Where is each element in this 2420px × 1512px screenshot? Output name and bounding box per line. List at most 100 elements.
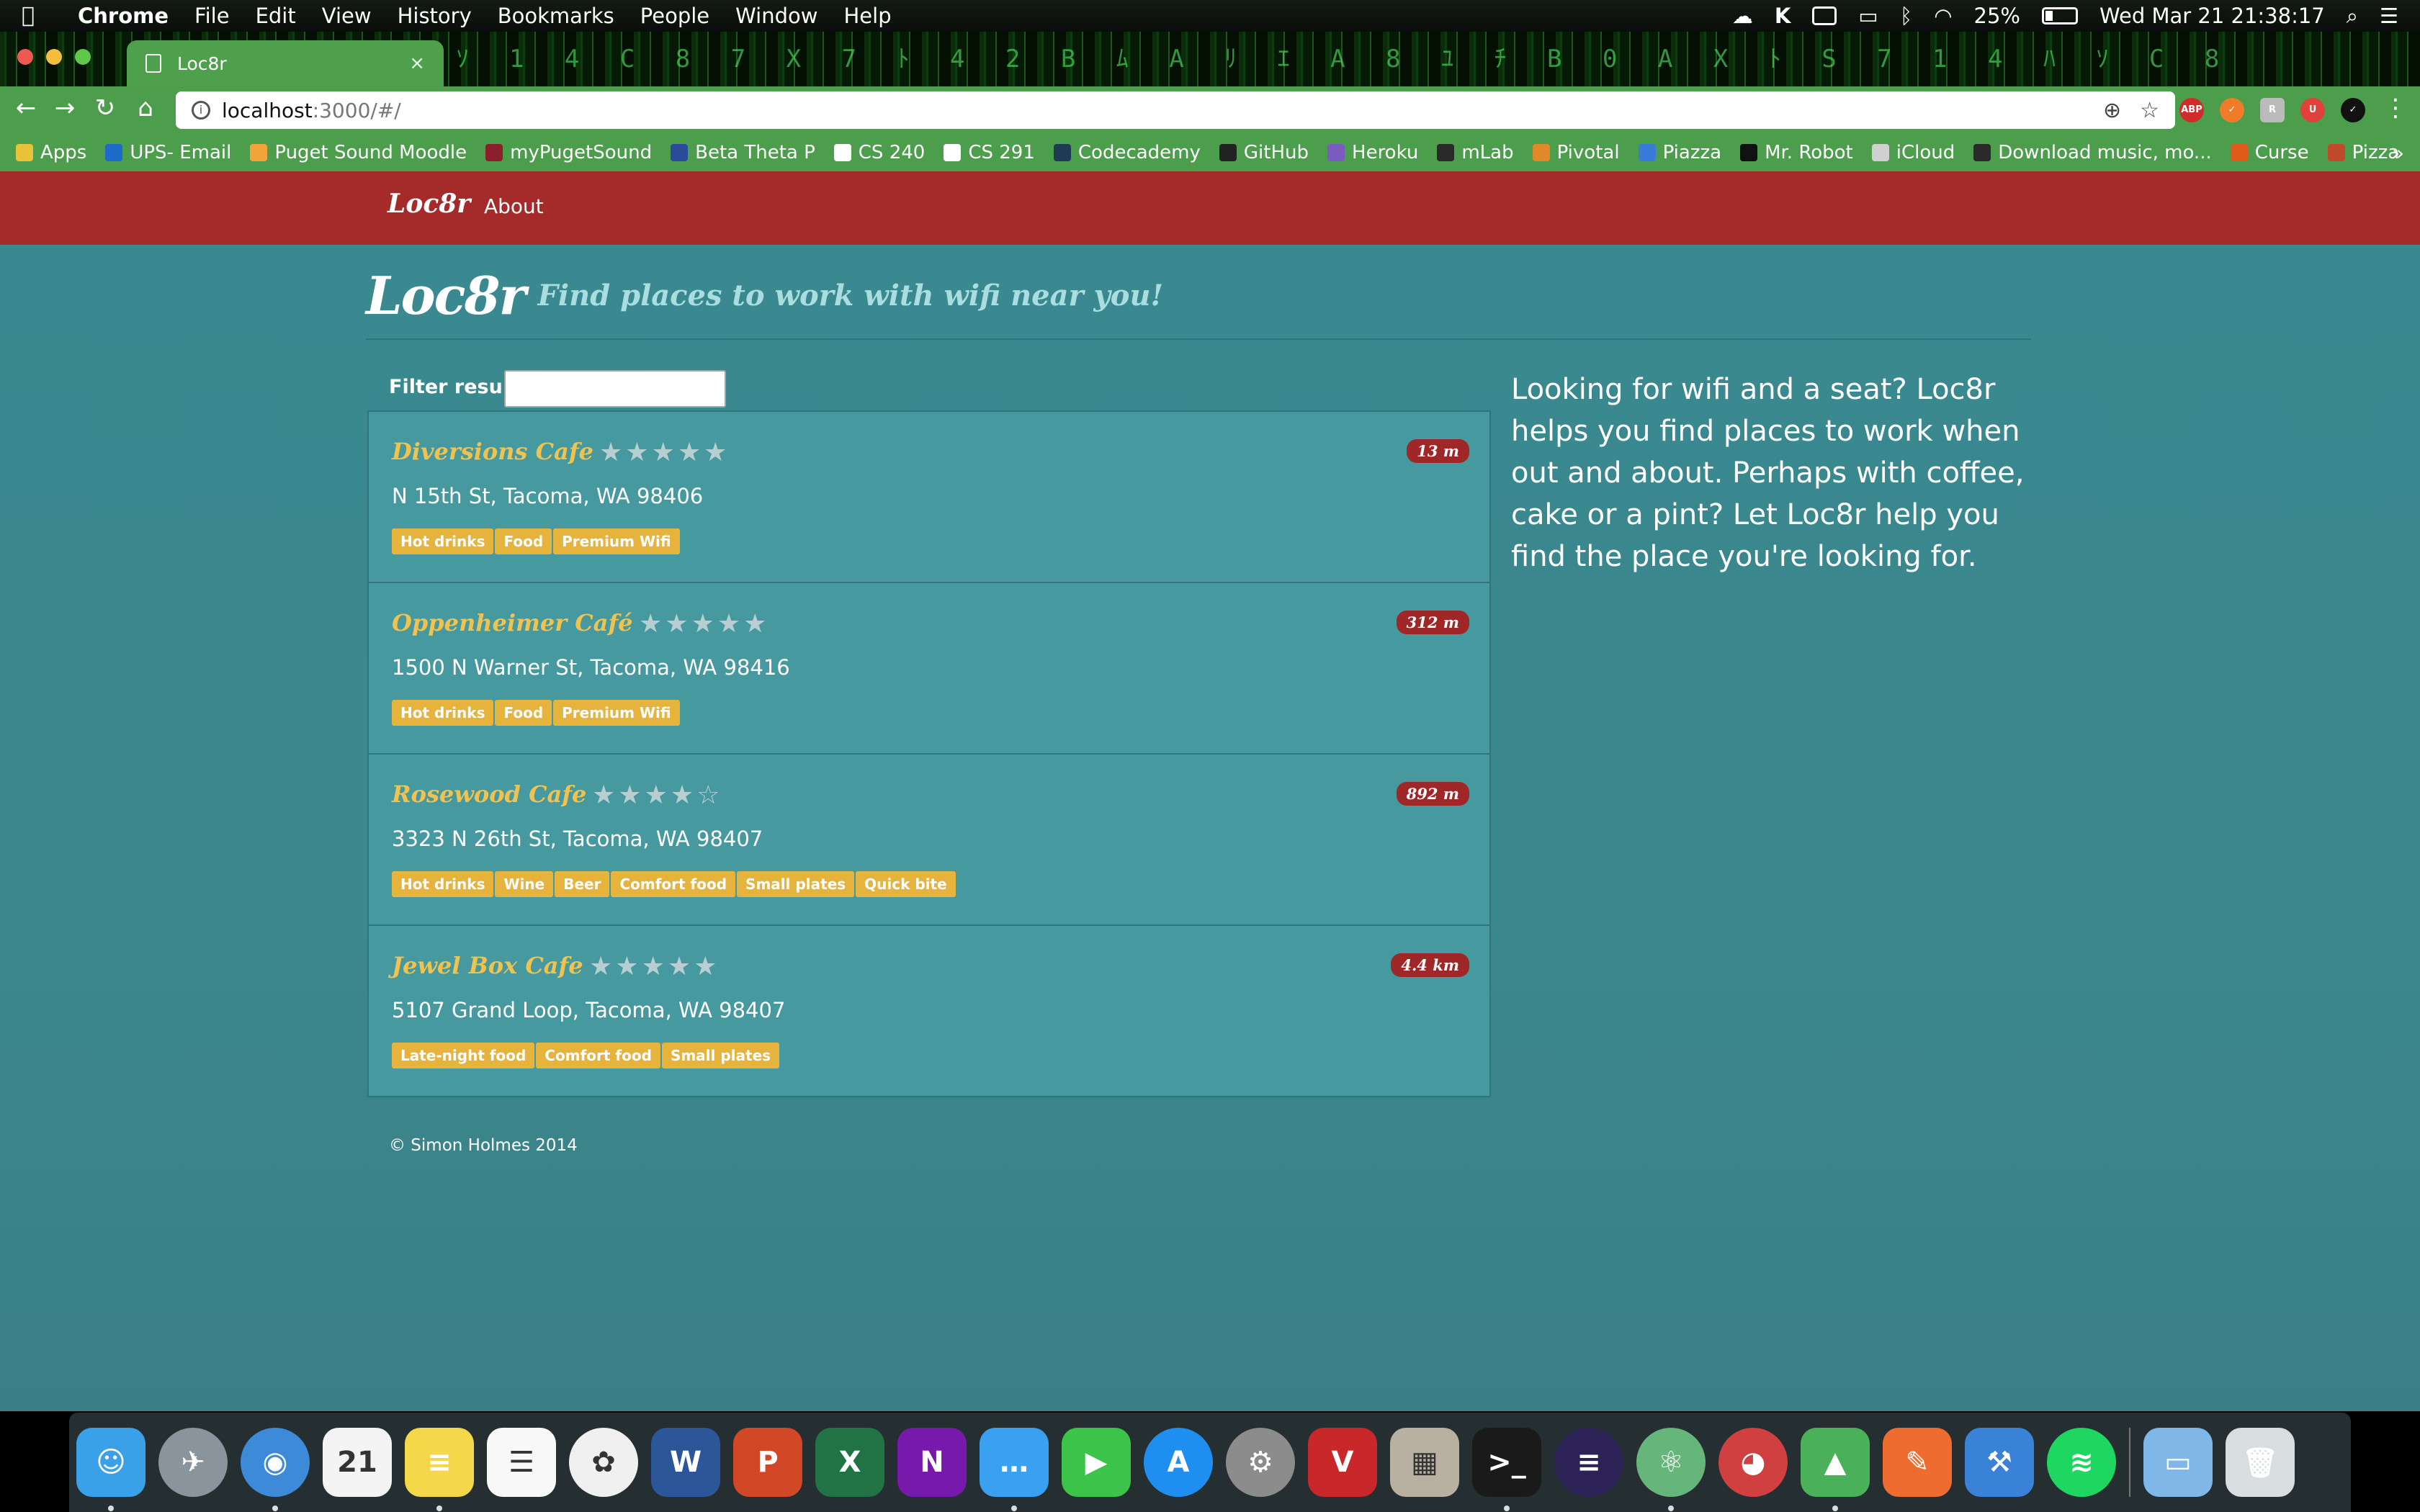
close-window-button[interactable] [17, 49, 33, 65]
bookmark-mr-robot[interactable]: Mr. Robot [1740, 142, 1853, 163]
pugetsound-logo-icon [485, 144, 503, 161]
bookmark-star-icon[interactable]: ☆ [2140, 98, 2159, 123]
menu-file[interactable]: File [194, 4, 230, 28]
word-icon[interactable]: W [651, 1428, 720, 1497]
mr-robot-icon [1740, 144, 1758, 161]
filter-input[interactable] [504, 370, 726, 408]
trash-icon[interactable]: 🗑 [2226, 1428, 2295, 1497]
xcode-icon[interactable]: ⚒ [1965, 1428, 2034, 1497]
finder-icon[interactable]: ☺ [76, 1428, 145, 1511]
k-status-icon[interactable]: K [1775, 4, 1791, 28]
extension-r-icon[interactable]: R [2260, 98, 2285, 122]
terminal-icon[interactable]: >_ [1472, 1428, 1541, 1511]
forward-arrow-icon[interactable]: → [50, 94, 79, 122]
bookmark-curse[interactable]: Curse [2230, 142, 2309, 163]
app-store-icon[interactable]: A [1144, 1428, 1213, 1497]
chrome-icon[interactable]: ◉ [241, 1428, 310, 1511]
bookmark-pivotal[interactable]: Pivotal [1532, 142, 1620, 163]
bookmark-ups-email[interactable]: UPS- Email [105, 142, 231, 163]
bookmarks-overflow-chevron-icon[interactable]: » [2392, 141, 2404, 165]
navbar-about-link[interactable]: About [484, 194, 544, 218]
bookmark-download-music[interactable]: Download music, mo... [1973, 142, 2212, 163]
bookmark-icloud[interactable]: iCloud [1871, 142, 1955, 163]
home-icon[interactable]: ⌂ [131, 94, 160, 122]
bookmark-apps[interactable]: Apps [16, 142, 86, 163]
wifi-icon[interactable]: ◠ [1934, 4, 1952, 28]
shield-icon[interactable]: ✓ [2341, 98, 2365, 122]
window-manager-icon[interactable] [1812, 6, 1837, 25]
calendar-icon[interactable]: 21 [323, 1428, 392, 1497]
bookmark-github[interactable]: GitHub [1219, 142, 1309, 163]
messages-icon[interactable]: … [980, 1428, 1049, 1511]
back-arrow-icon[interactable]: ← [12, 94, 40, 122]
address-bar[interactable]: i localhost:3000/#/ ⊕ ☆ [176, 91, 2175, 129]
menu-app-name[interactable]: Chrome [78, 4, 169, 28]
location-name-link[interactable]: Jewel Box Cafe [392, 952, 583, 979]
notes-icon[interactable]: ≡ [405, 1428, 474, 1511]
tab-loc8r[interactable]: Loc8r × [127, 40, 444, 86]
location-name-link[interactable]: Rosewood Cafe [392, 780, 586, 808]
onenote-icon[interactable]: N [897, 1428, 967, 1497]
navbar-brand-link[interactable]: Loc8r [387, 189, 470, 219]
bookmark-beta-theta-p[interactable]: Beta Theta P [671, 142, 815, 163]
owl-glyph: ◕ [1740, 1446, 1766, 1479]
rocket-icon[interactable]: ▲ [1801, 1428, 1870, 1511]
system-preferences-icon[interactable]: ⚙ [1226, 1428, 1295, 1497]
extension-check-icon[interactable]: ✓ [2220, 98, 2244, 122]
airplay-icon[interactable]: ▭ [1858, 4, 1878, 28]
menu-help[interactable]: Help [843, 4, 891, 28]
cloud-icon[interactable]: ☁ [1732, 4, 1753, 28]
apple-menu-icon[interactable]:  [22, 4, 43, 28]
bluetooth-icon[interactable]: ᛒ [1900, 4, 1912, 28]
battery-icon[interactable] [2042, 7, 2078, 24]
tab-close-icon[interactable]: × [409, 53, 425, 74]
facetime-icon[interactable]: ▶ [1062, 1428, 1131, 1497]
location-address: 3323 N 26th St, Tacoma, WA 98407 [392, 827, 763, 851]
owl-icon[interactable]: ◕ [1718, 1428, 1788, 1497]
bookmark-mlab[interactable]: mLab [1437, 142, 1514, 163]
bookmark-pizza[interactable]: Pizza [2327, 142, 2399, 163]
site-info-icon[interactable]: i [192, 101, 210, 120]
photos-icon[interactable]: ✿ [569, 1428, 638, 1497]
bookmark-piazza[interactable]: Piazza [1638, 142, 1721, 163]
notification-center-icon[interactable]: ☰ [2380, 4, 2398, 28]
location-name-link[interactable]: Oppenheimer Café [392, 609, 633, 636]
bookmark-mypugetsound[interactable]: myPugetSound [485, 142, 652, 163]
menu-history[interactable]: History [398, 4, 472, 28]
chrome-menu-icon[interactable]: ⋮ [2381, 94, 2410, 122]
spotify-icon[interactable]: ≋ [2047, 1428, 2116, 1497]
reminders-icon[interactable]: ☰ [487, 1428, 556, 1497]
location-name-link[interactable]: Diversions Cafe [392, 438, 593, 465]
bookmark-codecademy[interactable]: Codecademy [1053, 142, 1201, 163]
bookmark-puget-sound-moodle[interactable]: Puget Sound Moodle [250, 142, 467, 163]
rocket-glyph: ▲ [1824, 1446, 1847, 1479]
clock[interactable]: Wed Mar 21 21:38:17 [2099, 4, 2325, 28]
menu-edit[interactable]: Edit [256, 4, 296, 28]
menu-window[interactable]: Window [735, 4, 817, 28]
documents-icon[interactable]: ▭ [2143, 1428, 2213, 1497]
location-target-icon[interactable]: ⊕ [2103, 98, 2121, 123]
bookmark-label: iCloud [1896, 142, 1955, 163]
atom-icon[interactable]: ⚛ [1636, 1428, 1706, 1511]
calculator-glyph: ▦ [1411, 1446, 1438, 1479]
excel-icon[interactable]: X [815, 1428, 884, 1497]
launchpad-icon[interactable]: ✈ [158, 1428, 228, 1497]
bookmark-cs291[interactable]: CS 291 [944, 142, 1035, 163]
adblock-plus-icon[interactable]: ABP [2179, 98, 2204, 122]
vectorworks-icon[interactable]: V [1308, 1428, 1377, 1497]
reload-icon[interactable]: ↻ [91, 94, 120, 122]
eclipse-icon[interactable]: ≡ [1554, 1428, 1623, 1497]
calculator-icon[interactable]: ▦ [1390, 1428, 1459, 1497]
bookmark-cs240[interactable]: CS 240 [833, 142, 925, 163]
menu-bookmarks[interactable]: Bookmarks [498, 4, 614, 28]
menu-view[interactable]: View [322, 4, 372, 28]
ublock-icon[interactable]: U [2300, 98, 2325, 122]
postman-icon[interactable]: ✎ [1883, 1428, 1952, 1497]
powerpoint-icon[interactable]: P [733, 1428, 802, 1497]
menu-people[interactable]: People [640, 4, 709, 28]
bookmark-heroku[interactable]: Heroku [1327, 142, 1418, 163]
zoom-window-button[interactable] [75, 49, 91, 65]
minimize-window-button[interactable] [46, 49, 62, 65]
spotlight-search-icon[interactable]: ⌕ [2347, 4, 2358, 29]
mlab-icon [1437, 144, 1455, 161]
